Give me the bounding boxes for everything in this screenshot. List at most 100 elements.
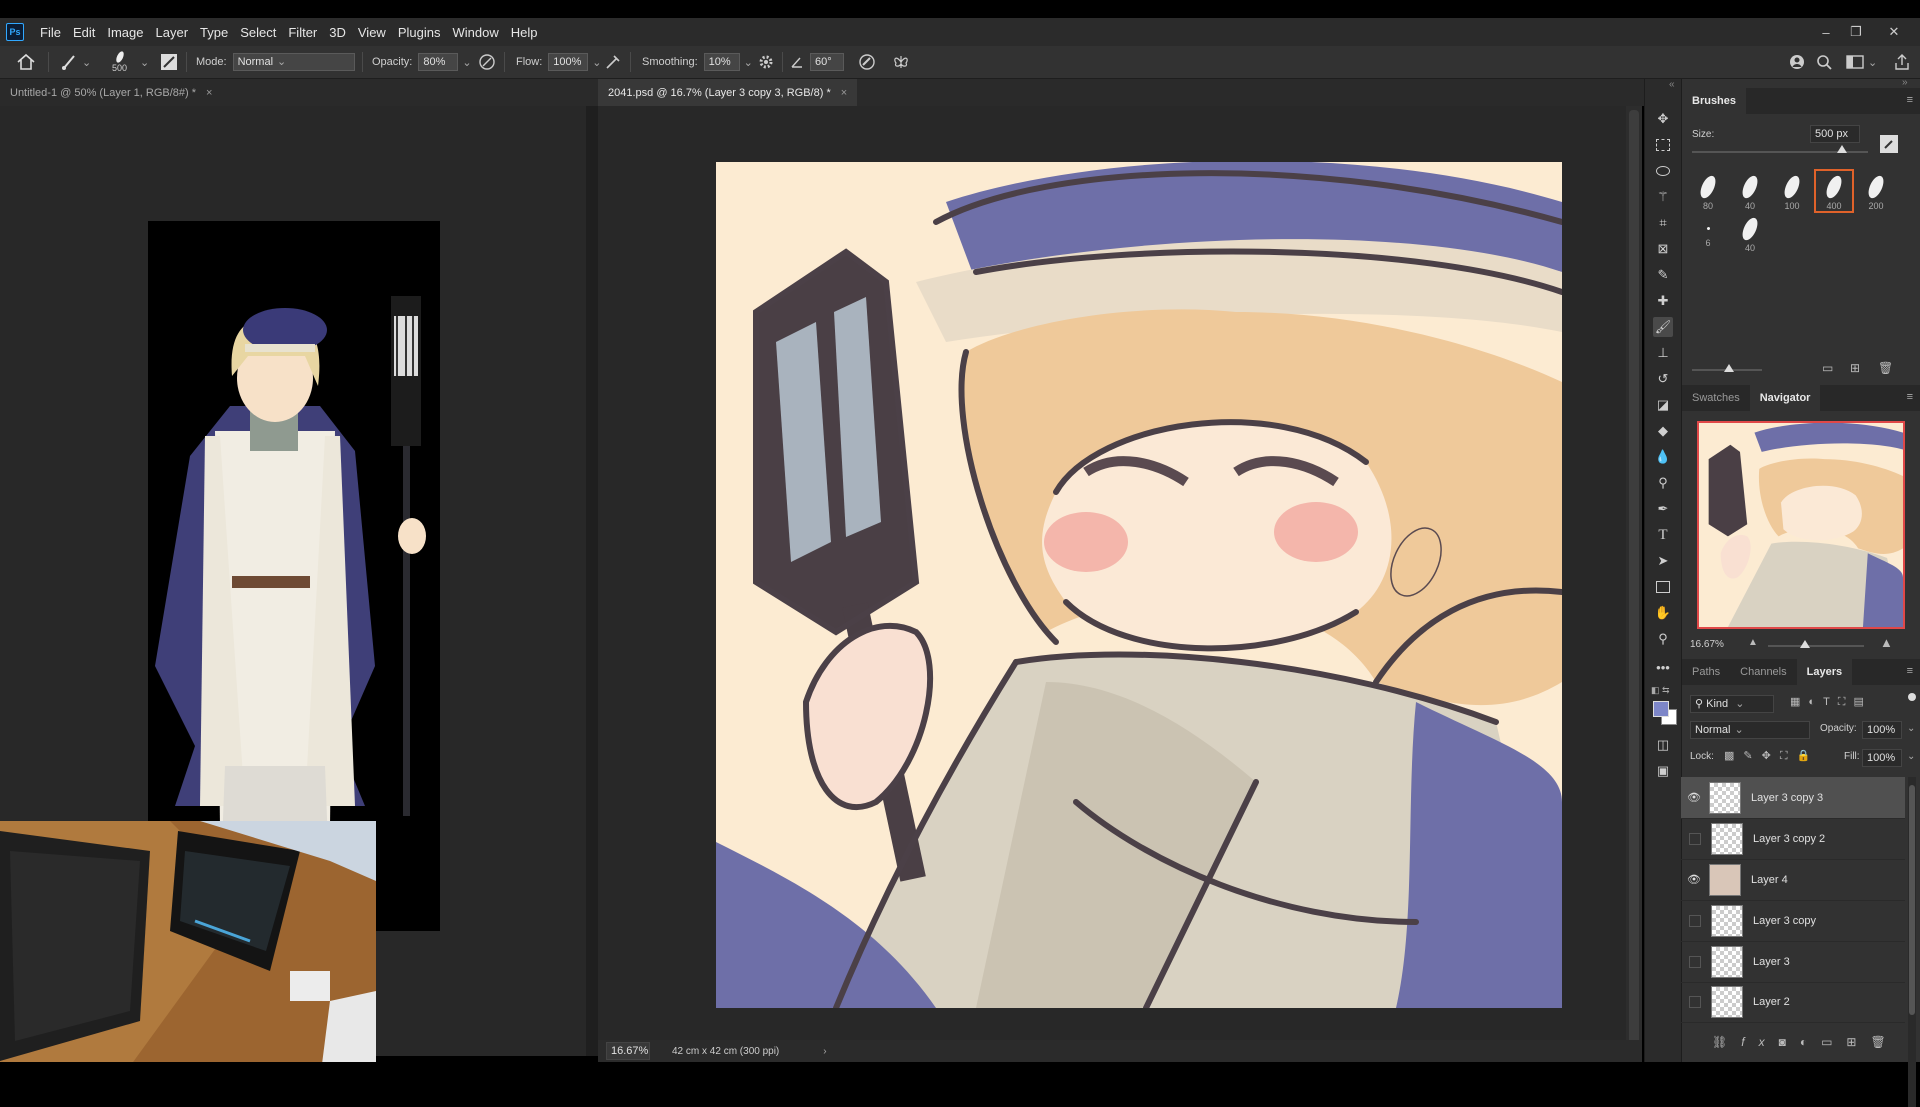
panel-menu-icon[interactable]: ≡ [1907,391,1913,403]
rectangle-tool[interactable] [1653,577,1673,597]
tab-paths[interactable]: Paths [1682,659,1730,685]
brush-settings-toggle[interactable] [1880,135,1898,153]
menu-type[interactable]: Type [194,25,234,40]
layer-style-icon[interactable]: fx [1741,1035,1778,1049]
tab-channels[interactable]: Channels [1730,659,1796,685]
magic-wand-tool[interactable]: ⚚ [1653,187,1673,207]
collapse-tools-icon[interactable]: « [1669,79,1675,90]
menu-select[interactable]: Select [234,25,282,40]
fill-dropdown-icon[interactable]: ⌄ [1907,751,1915,762]
smart-object-filter-icon[interactable]: ▤ [1854,696,1872,708]
default-colors-icon[interactable]: ◧ ⇆ [1651,685,1670,696]
zoom-tool[interactable]: ⚲ [1653,629,1673,649]
menu-view[interactable]: View [352,25,392,40]
healing-brush-tool[interactable]: ✚ [1653,291,1673,311]
edit-toolbar-button[interactable]: ••• [1653,657,1673,677]
layer-row-layer-2[interactable]: Layer 2 [1681,982,1905,1023]
home-button[interactable] [16,46,36,78]
eyedropper-tool[interactable]: ✎ [1653,265,1673,285]
layer-opacity-dropdown-icon[interactable]: ⌄ [1907,723,1915,734]
visibility-toggle-empty[interactable] [1689,996,1701,1008]
lock-all-icon[interactable]: 🔒 [1797,750,1820,762]
layer-row-layer-3-copy-3[interactable]: 👁 Layer 3 copy 3 [1681,777,1905,819]
path-selection-tool[interactable]: ➤ [1653,551,1673,571]
crop-tool[interactable]: ⌗ [1653,213,1673,233]
menu-plugins[interactable]: Plugins [392,25,447,40]
fill-input[interactable]: 100% [1862,749,1902,767]
new-brush-icon[interactable]: ⊞ [1850,361,1860,375]
smoothing-options-button[interactable] [758,46,774,78]
menu-window[interactable]: Window [446,25,504,40]
panel-menu-icon[interactable]: ≡ [1907,665,1913,677]
marquee-tool[interactable] [1653,135,1673,155]
navigator-preview[interactable] [1697,421,1905,629]
visibility-toggle-empty[interactable] [1689,955,1701,968]
delete-layer-icon[interactable]: 🗑 [1870,1035,1899,1049]
blend-mode-select[interactable]: Normal [1690,721,1810,739]
menu-image[interactable]: Image [101,25,149,40]
tab-untitled-1[interactable]: Untitled-1 @ 50% (Layer 1, RGB/8#) * × [0,79,222,106]
eraser-tool[interactable]: ◪ [1653,395,1673,415]
image-filter-icon[interactable]: ▦ [1790,696,1808,708]
menu-help[interactable]: Help [505,25,544,40]
layer-name[interactable]: Layer 2 [1753,996,1790,1008]
toggle-brush-settings-button[interactable] [160,46,178,78]
brush-preset[interactable]: 100 [1774,171,1810,211]
angle-input[interactable]: 60° [810,53,844,71]
tab-brushes[interactable]: Brushes [1682,88,1747,114]
layer-name[interactable]: Layer 3 copy 3 [1751,792,1823,804]
shape-filter-icon[interactable]: ⛶ [1838,696,1854,708]
brush-preset[interactable]: 40 [1732,171,1768,211]
smoothing-dropdown-icon[interactable]: ⌄ [744,56,753,69]
minimize-button[interactable]: – [1812,18,1840,46]
filter-toggle-icon[interactable] [1908,693,1916,701]
quick-mask-button[interactable]: ◫ [1653,735,1673,755]
lock-buttons[interactable]: ▩✎✥⛶🔒 [1724,749,1819,763]
opacity-dropdown-icon[interactable]: ⌄ [462,56,471,69]
layer-name[interactable]: Layer 4 [1751,874,1788,886]
move-tool[interactable]: ✥ [1653,109,1673,129]
artwork-canvas[interactable] [716,162,1562,1008]
panel-menu-icon[interactable]: ≡ [1907,94,1913,106]
opacity-input[interactable]: 80% [418,53,459,71]
vertical-scroll-thumb[interactable] [1629,110,1639,1050]
adjustment-filter-icon[interactable]: ◐ [1808,696,1823,708]
dodge-tool[interactable]: ⚲ [1653,473,1673,493]
brush-size-picker[interactable]: 500 [112,46,127,78]
layer-row-layer-3-copy-2[interactable]: Layer 3 copy 2 [1681,818,1905,860]
layer-row-layer-3[interactable]: Layer 3 [1681,941,1905,983]
collapse-panels-icon[interactable]: » [1902,77,1908,88]
brush-preset[interactable]: 40 [1732,213,1768,253]
tab-2041-psd[interactable]: 2041.psd @ 16.7% (Layer 3 copy 3, RGB/8)… [598,79,858,106]
smoothing-input[interactable]: 10% [703,53,740,71]
frame-tool[interactable]: ⊠ [1653,239,1673,259]
menu-filter[interactable]: Filter [282,25,323,40]
navigator-zoom-slider[interactable] [1768,645,1864,647]
lock-transparency-icon[interactable]: ▩ [1724,750,1743,762]
search-button[interactable] [1816,46,1832,78]
share-button[interactable] [1894,46,1910,78]
new-layer-icon[interactable]: ⊞ [1846,1035,1870,1049]
menu-layer[interactable]: Layer [150,25,195,40]
brush-tool-preset-picker[interactable]: ⌄ [60,46,91,78]
close-tab-icon[interactable]: × [841,87,847,99]
tab-swatches[interactable]: Swatches [1682,385,1750,411]
brush-preview-slider-handle[interactable] [1724,364,1734,372]
screen-mode-button[interactable]: ▣ [1653,761,1673,781]
pressure-opacity-button[interactable] [478,46,496,78]
history-brush-tool[interactable]: ↺ [1653,369,1673,389]
lock-pixels-icon[interactable]: ✎ [1743,750,1761,762]
zoom-level-input[interactable]: 16.67% [606,1042,650,1060]
type-tool[interactable]: T [1653,525,1673,545]
flow-dropdown-icon[interactable]: ⌄ [592,56,601,69]
visibility-eye-icon[interactable]: 👁 [1681,791,1707,804]
flow-input[interactable]: 100% [548,53,589,71]
lasso-tool[interactable] [1653,161,1673,181]
close-tab-icon[interactable]: × [206,87,212,99]
brush-tool[interactable]: 🖌 [1653,317,1673,337]
delete-brush-icon[interactable]: 🗑 [1878,361,1893,375]
brush-size-input[interactable]: 500 px [1810,125,1860,143]
restore-button[interactable]: ❐ [1842,18,1870,46]
layer-name[interactable]: Layer 3 [1753,956,1790,968]
new-brush-group-icon[interactable]: ▭ [1822,361,1833,375]
